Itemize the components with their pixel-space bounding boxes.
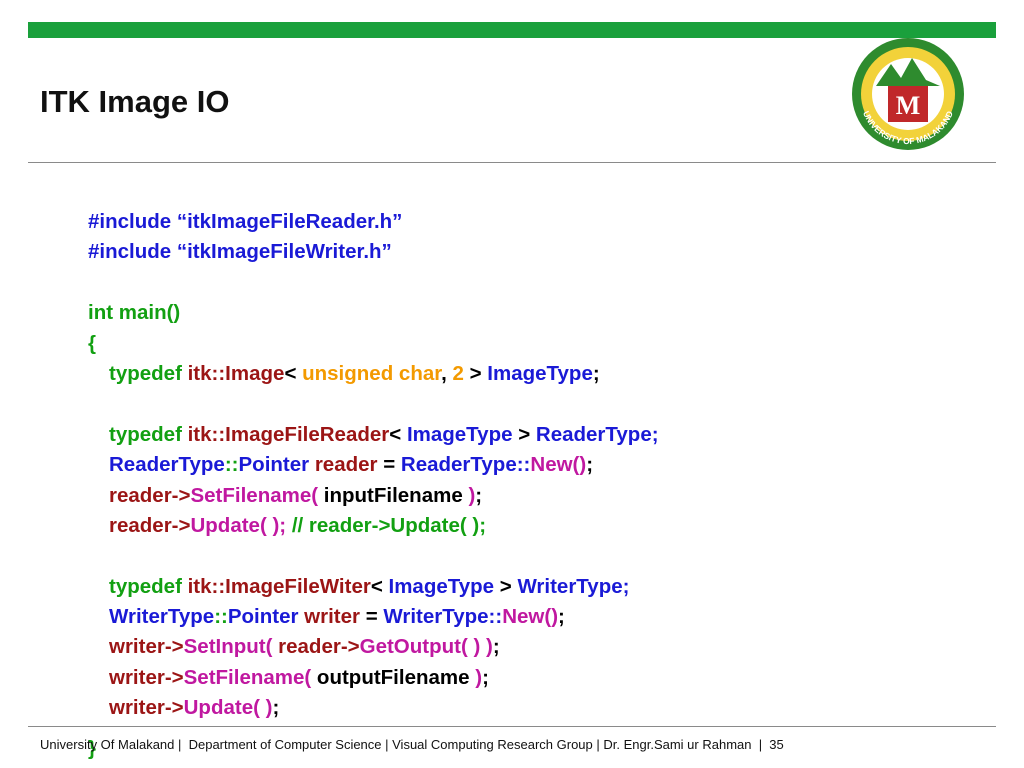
code-token: {	[88, 331, 96, 355]
code-token: 2	[452, 361, 464, 385]
code-line: int main()	[88, 298, 659, 328]
code-token: inputFilename	[323, 483, 469, 507]
code-token: ::	[224, 453, 239, 477]
code-token: ;	[272, 696, 280, 720]
code-token: ;	[492, 635, 500, 659]
code-token: >	[494, 574, 518, 598]
code-token: WriterType;	[517, 574, 630, 598]
code-token: #include “itkImageFileWriter.h”	[88, 240, 392, 264]
code-token: SetFilename(	[183, 665, 317, 689]
code-line: reader->SetFilename( inputFilename );	[88, 481, 659, 511]
code-token: =	[360, 605, 384, 629]
code-line: ReaderType::Pointer reader = ReaderType:…	[88, 450, 659, 480]
code-line: WriterType::Pointer writer = WriterType:…	[88, 602, 659, 632]
code-token: reader->	[109, 483, 191, 507]
code-token: ReaderType	[109, 453, 225, 477]
code-token: reader->	[278, 635, 360, 659]
code-token: // reader->Update( );	[291, 513, 487, 537]
code-token: <	[370, 574, 389, 598]
logo-letter: M	[896, 91, 921, 120]
footer-divider	[28, 726, 996, 727]
code-block: #include “itkImageFileReader.h” #include …	[88, 207, 659, 724]
code-line: writer->Update( );	[88, 693, 659, 723]
code-token: #include “itkImageFileReader.h”	[88, 210, 403, 233]
slide-footer: University Of Malakand | Department of C…	[40, 737, 784, 752]
code-token: SetFilename(	[190, 483, 324, 507]
code-token: typedef	[109, 574, 188, 598]
code-token: ::	[214, 605, 228, 629]
code-token: writer->	[109, 665, 184, 689]
code-token: <	[389, 422, 407, 446]
slide-title: ITK Image IO	[40, 84, 230, 119]
code-token: itk::ImageFileWiter	[187, 574, 371, 598]
code-token: GetOutput( ) )	[359, 635, 493, 659]
code-token: ;	[482, 665, 489, 689]
code-token: writer->	[109, 696, 184, 720]
code-token: typedef	[109, 361, 188, 385]
code-token: reader->	[109, 513, 191, 537]
code-token: WriterType	[109, 605, 215, 629]
code-token: int main()	[88, 301, 181, 325]
code-token: writer	[304, 605, 360, 629]
code-token: >	[512, 422, 536, 446]
code-token: >	[463, 361, 488, 385]
code-token: Pointer	[238, 453, 315, 477]
code-token: <	[284, 361, 303, 385]
code-token: ;	[592, 361, 600, 385]
code-line: writer->SetInput( reader->GetOutput( ) )…	[88, 632, 659, 662]
code-token: Update( );	[190, 513, 292, 537]
code-token: typedef	[109, 422, 188, 446]
code-line: reader->Update( ); // reader->Update( );	[88, 511, 659, 541]
code-token: Update( )	[183, 696, 273, 720]
code-line: writer->SetFilename( outputFilename );	[88, 663, 659, 693]
code-line: {	[88, 329, 659, 359]
code-token: ImageType	[487, 361, 593, 385]
code-token: WriterType::	[383, 605, 503, 629]
code-line: typedef itk::ImageFileReader< ImageType …	[88, 420, 659, 450]
code-token: ReaderType;	[535, 422, 659, 446]
university-logo: M UNIVERSITY OF MALAKAND	[852, 38, 964, 150]
code-token: ,	[441, 361, 453, 385]
code-token: reader	[314, 453, 378, 477]
code-token: ;	[586, 453, 594, 477]
code-token: ImageType	[388, 574, 495, 598]
code-token: outputFilename	[316, 665, 476, 689]
code-token: ReaderType::	[400, 453, 531, 477]
code-token: Pointer	[227, 605, 305, 629]
code-token: ;	[558, 605, 565, 629]
code-line: typedef itk::Image< unsigned char, 2 > I…	[88, 359, 659, 389]
code-line: #include “itkImageFileReader.h”	[88, 207, 659, 237]
code-token: SetInput(	[183, 635, 279, 659]
code-token: New()	[530, 453, 587, 477]
code-token: ImageType	[406, 422, 513, 446]
code-token: =	[377, 453, 401, 477]
code-token: writer->	[109, 635, 184, 659]
code-token: itk::Image	[187, 361, 285, 385]
code-line: #include “itkImageFileWriter.h”	[88, 237, 659, 267]
code-token: New()	[502, 605, 559, 629]
code-line: typedef itk::ImageFileWiter< ImageType >…	[88, 572, 659, 602]
code-token: unsigned char	[302, 361, 442, 385]
code-token: ;	[475, 483, 483, 507]
code-token: itk::ImageFileReader	[187, 422, 390, 446]
title-divider	[28, 162, 996, 163]
